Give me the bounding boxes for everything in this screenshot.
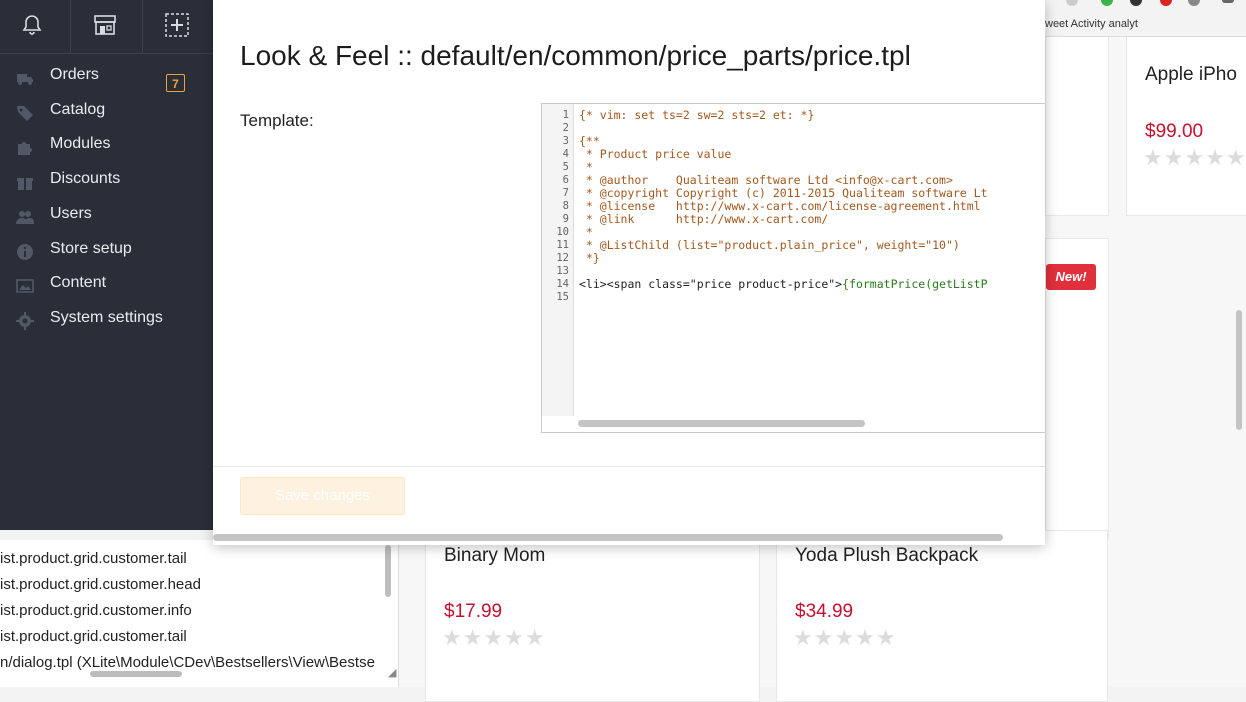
list-vertical-scrollbar[interactable] [385,545,391,597]
truck-icon [17,74,33,85]
template-list-panel: ist.product.grid.customer.tail ist.produ… [0,540,399,687]
code-line: * @ListChild (list="product.plain_price"… [579,238,960,252]
code-line: <li><span class="price product-price">{f… [579,278,988,291]
product-price: $99.00 [1145,121,1204,142]
info-icon [17,244,33,260]
sidebar-item-catalog[interactable]: Catalog [0,95,213,129]
code-line: * Product price value [579,147,732,161]
template-label: Template: [240,111,314,130]
storefront-icon [94,15,116,35]
product-name[interactable]: Apple iPho [1145,64,1237,86]
product-price: $34.99 [795,601,854,622]
sidebar-item-label: Catalog [50,101,106,118]
image-icon [16,279,34,293]
bell-icon [22,15,42,35]
product-price: $17.99 [444,601,503,622]
sidebar-item-modules[interactable]: Modules [0,129,213,163]
line-number: 3 [562,135,569,147]
code-html-segment: <li><span class="price product-price"> [579,277,843,291]
sidebar-item-store-setup[interactable]: Store setup [0,234,213,268]
page-scrollbar[interactable] [1236,310,1242,430]
dialog-horizontal-scrollbar[interactable] [213,534,1003,541]
add-box-icon [165,13,189,37]
line-number: 11 [556,239,569,251]
line-number-gutter: 1 2 3 4 5 6 7 8 9 10 11 12 13 14 15 [542,104,574,416]
code-line: *} [579,251,600,265]
tags-icon [17,106,33,121]
line-number: 12 [556,252,569,264]
line-number: 2 [562,122,569,134]
line-number: 10 [556,226,569,238]
product-card-yoda[interactable]: Yoda Plush Backpack $34.99 ★★★★★ [776,530,1108,702]
sidebar-toolbar [0,0,213,54]
gift-icon [17,178,33,190]
product-name[interactable]: Binary Mom [444,545,545,567]
sidebar-item-label: System settings [50,309,163,326]
line-number: 15 [556,291,569,303]
list-item[interactable]: ist.product.grid.customer.tail [0,628,187,645]
gear-icon [16,312,34,330]
sidebar-item-label: Modules [50,135,111,152]
rating-stars[interactable]: ★★★★★ [793,625,897,651]
users-icon [16,211,34,224]
storefront-button[interactable] [70,0,141,53]
line-number: 14 [556,278,569,290]
sidebar-item-label: Store setup [50,240,132,257]
rating-stars[interactable]: ★★★★★ [442,625,546,651]
puzzle-icon [18,142,32,155]
line-number: 8 [562,200,569,212]
list-item[interactable]: n/dialog.tpl (XLite\Module\CDev\Bestsell… [0,654,375,671]
template-editor-dialog: Look & Feel :: default/en/common/price_p… [213,0,1045,545]
product-card-left-top [1045,36,1109,216]
line-number: 5 [562,161,569,173]
line-number: 1 [562,109,569,121]
list-item[interactable]: ist.product.grid.customer.head [0,576,201,593]
add-button[interactable] [142,0,213,53]
list-item[interactable]: ist.product.grid.customer.tail [0,550,187,567]
code-function-segment: {formatPrice(getListP [842,277,988,291]
product-card-apple[interactable]: Apple iPho $99.00 ★★★★★ [1126,36,1246,216]
dialog-footer-divider [213,466,1045,467]
save-changes-button[interactable]: Save changes [240,477,405,515]
sidebar-item-discounts[interactable]: Discounts [0,164,213,198]
product-card-binary-mom[interactable]: Binary Mom $17.99 ★★★★★ [425,530,760,702]
product-name[interactable]: Yoda Plush Backpack [795,545,978,567]
menu-icon[interactable] [1222,0,1234,3]
code-line: {* vim: set ts=2 sw=2 sts=2 et: *} [579,108,815,122]
sidebar-item-content[interactable]: Content [0,268,213,302]
rating-stars[interactable]: ★★★★★ [1143,145,1246,171]
sidebar-item-label: Discounts [50,170,121,187]
line-number: 4 [562,148,569,160]
notifications-button[interactable] [0,0,70,53]
line-number: 7 [562,187,569,199]
sidebar-item-users[interactable]: Users [0,199,213,233]
editor-horizontal-scrollbar[interactable] [578,420,865,427]
new-badge: New! [1046,264,1096,290]
orders-count-badge: 7 [166,74,185,92]
dialog-title: Look & Feel :: default/en/common/price_p… [240,40,911,71]
sidebar-item-system-settings[interactable]: System settings [0,303,213,337]
line-number: 13 [556,265,569,277]
sidebar-item-label: Orders [50,66,99,83]
admin-sidebar: Orders 7 Catalog Modules Discounts Users… [0,0,213,530]
code-line: * @link http://www.x-cart.com/ [579,212,829,226]
list-item[interactable]: ist.product.grid.customer.info [0,602,192,619]
code-editor[interactable]: 1 2 3 4 5 6 7 8 9 10 11 12 13 14 15 {* v… [541,103,1045,433]
sidebar-item-label: Users [50,205,92,222]
list-horizontal-scrollbar[interactable] [90,671,182,677]
line-number: 6 [562,174,569,186]
line-number: 9 [562,213,569,225]
sidebar-item-label: Content [50,274,107,291]
browser-tab[interactable]: weet Activity analyt [1045,12,1170,36]
resize-handle-icon[interactable]: ◢ [388,666,396,679]
